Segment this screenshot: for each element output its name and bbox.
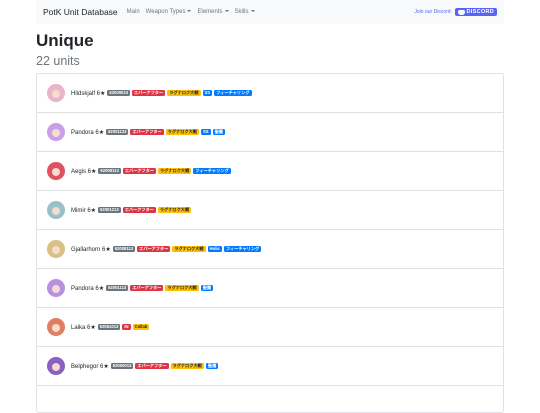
unit-tag-badge: ラグナロク大戦 — [165, 128, 199, 136]
unit-tag-badge: Collab — [132, 323, 150, 331]
unit-id-badge: 62001113 — [106, 284, 129, 292]
unit-tag-badge: フィーチャリング — [193, 167, 231, 175]
unit-id-badge: 62008113 — [98, 167, 121, 175]
unit-id-badge: 62061013 — [97, 323, 121, 331]
chevron-down-icon — [250, 10, 255, 12]
unit-tag-badge: SS — [200, 128, 211, 136]
unit-tag-badge: Holic — [207, 245, 222, 253]
unit-tag-badge: エバーアフター — [122, 206, 156, 214]
unit-tag-badge: エバーアフター — [130, 284, 164, 292]
unit-avatar[interactable] — [47, 318, 65, 336]
unit-tag-badge: ラグナロク大戦 — [172, 245, 206, 253]
unit-tag-badge: エバーアフター — [130, 128, 164, 136]
discord-logo-text: DISCORD — [466, 9, 494, 15]
unit-id-badge: 62001123 — [106, 128, 129, 136]
unit-row[interactable]: Pandora 6★ 62001113 エバーアフター ラグナロク大戦 聖魔 — [37, 269, 503, 308]
unit-id-badge: 62009023 — [107, 89, 131, 97]
unit-avatar[interactable] — [47, 84, 65, 102]
unit-row[interactable]: Hlidskjalf 6★ 62009023 エバーアフター ラグナロク大戦 SS フィー… — [37, 74, 503, 113]
unit-count: 22 units — [36, 54, 80, 68]
nav-skills-label: Skills — [234, 9, 249, 15]
unit-id-badge: 62001213 — [98, 206, 121, 214]
nav-elements-label: Elements — [197, 9, 223, 15]
unit-tag-badge: フィーチャリング — [214, 89, 252, 97]
nav-skills[interactable]: Skills — [235, 9, 255, 15]
discord-logo: DISCORD — [454, 8, 497, 16]
unit-tag-badge: エバーアフター — [135, 362, 169, 370]
nav-weapon-types-label: Weapon Types — [145, 9, 186, 15]
unit-avatar[interactable] — [47, 279, 65, 297]
unit-tag-badge: フィーチャリング — [223, 245, 262, 253]
top-navbar: PotK Unit Database Main Weapon Types Ele… — [36, 0, 504, 24]
unit-name[interactable]: Mimir 6★ — [71, 207, 96, 214]
unit-id-badge: 62000013 — [110, 362, 134, 370]
unit-avatar[interactable] — [47, 162, 65, 180]
unit-tag-badge: ラグナロク大戦 — [165, 284, 199, 292]
discord-join-text: Join our Discord — [414, 9, 451, 15]
unit-name[interactable]: Laika 6★ — [71, 324, 96, 331]
nav-main-label: Main — [126, 9, 140, 15]
unit-row[interactable]: Pandora 6★ 62001123 エバーアフター ラグナロク大戦 SS 聖魔 — [37, 113, 503, 152]
unit-id-badge: 62008113 — [112, 245, 136, 253]
unit-name[interactable]: Gjallarhorn 6★ — [71, 246, 111, 253]
unit-tag-badge: 聖魔 — [200, 284, 214, 292]
unit-tag-badge: ラグナロク大戦 — [170, 362, 204, 370]
unit-avatar[interactable] — [47, 357, 65, 375]
discord-link[interactable]: Join our Discord DISCORD — [414, 8, 497, 16]
unit-avatar[interactable] — [47, 123, 65, 141]
unit-tag-badge: エバーアフター — [132, 89, 166, 97]
nav-elements[interactable]: Elements — [197, 9, 229, 15]
nav-main[interactable]: Main — [127, 9, 140, 15]
unit-tag-badge: エバーアフター — [122, 167, 156, 175]
unit-tag-badge: ラグナロク大戦 — [157, 206, 192, 214]
unit-row[interactable]: Mimir 6★ 62001213 エバーアフター ラグナロク大戦 — [37, 191, 503, 230]
unit-avatar[interactable] — [47, 240, 65, 258]
page-title: Unique — [36, 31, 94, 50]
unit-avatar[interactable] — [47, 201, 65, 219]
unit-tag-badge: ラグナロク大戦 — [157, 167, 192, 175]
chevron-down-icon — [187, 10, 192, 12]
unit-tag-badge: ラグナロク大戦 — [167, 89, 201, 97]
unit-tag-badge: エバーアフター — [137, 245, 171, 253]
unit-tag-badge: 聖魔 — [212, 128, 225, 136]
unit-name[interactable]: Belphegor 6★ — [71, 363, 109, 370]
unit-name[interactable]: Aegis 6★ — [71, 168, 96, 175]
nav-weapon-types[interactable]: Weapon Types — [146, 9, 192, 15]
unit-list: Hlidskjalf 6★ 62009023 エバーアフター ラグナロク大戦 SS フィー… — [36, 73, 504, 413]
unit-row[interactable]: Laika 6★ 62061013 IN Collab — [37, 308, 503, 347]
unit-row[interactable]: Gjallarhorn 6★ 62008113 エバーアフター ラグナロク大戦 Holi… — [37, 230, 503, 269]
unit-row[interactable]: Belphegor 6★ 62000013 エバーアフター ラグナロク大戦 聖魔 — [37, 347, 503, 386]
discord-icon — [457, 9, 465, 15]
unit-tag-badge: 聖魔 — [205, 362, 219, 370]
unit-name[interactable]: Pandora 6★ — [71, 285, 104, 292]
chevron-down-icon — [224, 10, 229, 12]
brand-link[interactable]: PotK Unit Database — [43, 7, 118, 17]
unit-name[interactable]: Hlidskjalf 6★ — [71, 90, 105, 97]
unit-tag-badge: IN — [122, 323, 131, 331]
unit-row[interactable]: Aegis 6★ 62008113 エバーアフター ラグナロク大戦 フィーチャリング — [37, 152, 503, 191]
unit-tag-badge: SS — [202, 89, 213, 97]
unit-name[interactable]: Pandora 6★ — [71, 129, 104, 136]
